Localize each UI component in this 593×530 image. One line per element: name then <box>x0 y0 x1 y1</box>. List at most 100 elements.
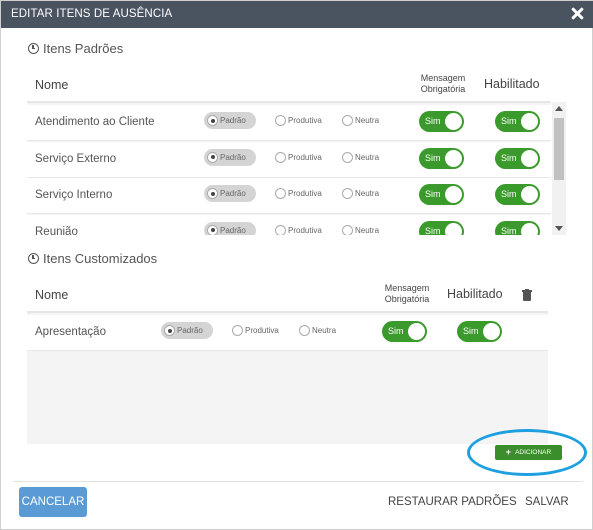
row-name: Apresentação <box>35 326 106 338</box>
col-message-header: Mensagem Obrigatória <box>372 283 442 305</box>
dialog-titlebar: EDITAR ITENS DE AUSÊNCIA <box>1 1 593 28</box>
radio-padrão[interactable]: Padrão <box>161 322 213 339</box>
radio-neutra[interactable]: Neutra <box>339 185 379 202</box>
save-button[interactable]: SALVAR <box>525 496 569 508</box>
radio-padrão[interactable]: Padrão <box>204 112 256 129</box>
scroll-thumb[interactable] <box>554 118 564 180</box>
custom-items-table: Nome Mensagem Obrigatória Habilitado Apr… <box>27 276 548 444</box>
cancel-button[interactable]: CANCELAR <box>19 487 87 517</box>
col-message-line1: Mensagem <box>384 283 430 293</box>
radio-produtiva[interactable]: Produtiva <box>272 149 322 166</box>
toggle-label: Sim <box>425 116 441 126</box>
radio-dot <box>207 224 218 235</box>
footer-divider <box>13 481 583 482</box>
radio-padrão[interactable]: Padrão <box>204 148 256 166</box>
toggle-knob <box>521 113 538 130</box>
dialog-title: EDITAR ITENS DE AUSÊNCIA <box>11 8 173 20</box>
radio-label: Padrão <box>220 152 246 162</box>
enabled-toggle[interactable]: Sim <box>495 184 540 205</box>
toggle-label: Sim <box>463 326 479 336</box>
radio-produtiva[interactable]: Produtiva <box>272 112 322 129</box>
radio-dot <box>342 188 353 199</box>
col-name-header: Nome <box>35 78 69 92</box>
radio-produtiva[interactable]: Produtiva <box>229 322 279 339</box>
row-name: Serviço Interno <box>35 189 113 201</box>
radio-produtiva[interactable]: Produtiva <box>272 185 322 202</box>
enabled-toggle[interactable]: Sim <box>495 111 540 132</box>
radio-produtiva[interactable]: Produtiva <box>272 222 322 235</box>
add-item-button[interactable]: + ADICIONAR <box>495 445 562 460</box>
col-message-line1: Mensagem <box>420 73 466 83</box>
message-required-toggle[interactable]: Sim <box>382 321 427 342</box>
trash-icon[interactable] <box>522 288 532 301</box>
toggle-knob <box>521 186 538 203</box>
radio-label: Padrão <box>220 116 246 125</box>
scroll-down-arrow-icon[interactable] <box>555 226 563 231</box>
table-row: Serviço Externo Padrão Produtiva Neutra Sim S… <box>27 141 551 178</box>
toggle-knob <box>445 113 462 130</box>
col-enabled-header: Habilitado <box>447 287 503 301</box>
radio-label: Produtiva <box>245 326 279 335</box>
toggle-knob <box>445 222 462 235</box>
radio-label: Neutra <box>355 189 380 198</box>
edit-absence-items-dialog: EDITAR ITENS DE AUSÊNCIA Itens Padrões N… <box>0 0 593 530</box>
radio-label: Produtiva <box>288 225 322 235</box>
toggle-label: Sim <box>501 116 517 126</box>
toggle-label: Sim <box>425 189 441 199</box>
radio-label: Produtiva <box>288 116 322 125</box>
message-required-toggle[interactable]: Sim <box>419 147 464 169</box>
restore-defaults-button[interactable]: RESTAURAR PADRÕES <box>388 496 517 508</box>
radio-neutra[interactable]: Neutra <box>339 149 379 166</box>
table-row: Apresentação Padrão Produtiva Neutra Sim Sim <box>27 315 548 351</box>
clock-icon <box>28 253 39 264</box>
close-icon[interactable] <box>568 5 586 23</box>
radio-dot <box>164 325 175 336</box>
radio-dot <box>275 115 286 126</box>
enabled-toggle[interactable]: Sim <box>495 147 540 169</box>
radio-padrão[interactable]: Padrão <box>204 221 256 235</box>
standard-items-title: Itens Padrões <box>43 41 124 56</box>
radio-padrão[interactable]: Padrão <box>204 185 256 202</box>
toggle-knob <box>445 186 462 203</box>
toggle-label: Sim <box>388 326 404 336</box>
radio-dot <box>275 224 286 235</box>
radio-label: Neutra <box>355 225 380 235</box>
radio-label: Neutra <box>312 326 337 335</box>
scroll-up-arrow-icon[interactable] <box>555 106 563 111</box>
custom-items-title: Itens Customizados <box>43 251 158 266</box>
row-name: Reunião <box>35 225 78 236</box>
add-button-label: ADICIONAR <box>515 449 552 456</box>
standard-table-header: Nome Mensagem Obrigatória Habilitado <box>27 66 551 103</box>
standard-items-heading: Itens Padrões <box>28 41 123 56</box>
col-name-header: Nome <box>35 288 69 302</box>
radio-neutra[interactable]: Neutra <box>339 112 379 129</box>
radio-label: Neutra <box>355 152 380 162</box>
table-row: Reunião Padrão Produtiva Neutra Sim Sim <box>27 214 551 236</box>
table-row: Serviço Interno Padrão Produtiva Neutra Sim S… <box>27 178 551 214</box>
toggle-label: Sim <box>501 152 517 163</box>
radio-label: Padrão <box>177 326 203 335</box>
radio-label: Produtiva <box>288 152 322 162</box>
plus-icon: + <box>505 447 512 457</box>
message-required-toggle[interactable]: Sim <box>419 111 464 132</box>
enabled-toggle[interactable]: Sim <box>457 321 502 342</box>
enabled-toggle[interactable]: Sim <box>495 220 540 235</box>
col-message-line2: Obrigatória <box>384 294 430 304</box>
radio-dot <box>342 151 353 163</box>
toggle-knob <box>408 323 425 340</box>
message-required-toggle[interactable]: Sim <box>419 184 464 205</box>
radio-dot <box>207 115 218 126</box>
radio-neutra[interactable]: Neutra <box>339 222 380 235</box>
radio-dot <box>342 224 353 235</box>
standard-items-table: Nome Mensagem Obrigatória Habilitado Ate… <box>27 66 551 235</box>
message-required-toggle[interactable]: Sim <box>419 220 464 236</box>
radio-dot <box>232 325 243 336</box>
radio-dot <box>207 188 218 199</box>
radio-neutra[interactable]: Neutra <box>296 322 336 339</box>
custom-items-heading: Itens Customizados <box>28 251 157 266</box>
toggle-knob <box>445 149 462 167</box>
col-message-header: Mensagem Obrigatória <box>408 73 478 95</box>
toggle-label: Sim <box>425 225 441 236</box>
radio-label: Padrão <box>220 189 246 198</box>
standard-table-scrollbar[interactable] <box>552 102 566 235</box>
